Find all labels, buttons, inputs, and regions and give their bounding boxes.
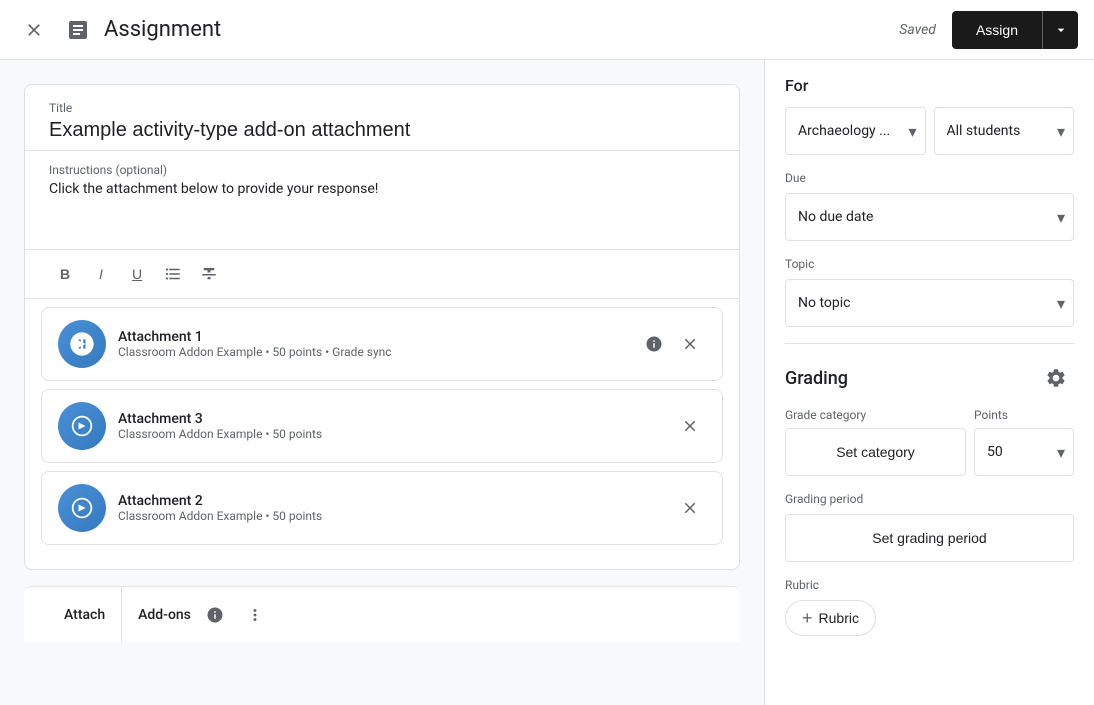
right-panel: For Archaeology ... ▾ All students ▾ Due… xyxy=(764,60,1094,705)
for-dropdowns: Archaeology ... ▾ All students ▾ xyxy=(785,107,1074,155)
attachment-icon xyxy=(58,320,106,368)
topic-label: Topic xyxy=(785,257,1074,271)
points-dropdown-arrow: ▾ xyxy=(1057,443,1065,462)
left-panel: Title Instructions (optional) Click the … xyxy=(0,60,764,705)
addons-info-button[interactable] xyxy=(199,599,231,631)
due-dropdown-arrow: ▾ xyxy=(1057,208,1065,227)
attachment-actions xyxy=(674,492,706,524)
attachment-info-button[interactable] xyxy=(638,328,670,360)
attachment-actions xyxy=(674,410,706,442)
page-title: Assignment xyxy=(104,17,899,42)
main-content: Title Instructions (optional) Click the … xyxy=(0,60,1094,705)
set-category-button[interactable]: Set category xyxy=(785,428,966,476)
attachment-remove-button[interactable] xyxy=(674,410,706,442)
assign-dropdown-button[interactable] xyxy=(1042,11,1078,49)
list-button[interactable] xyxy=(157,258,189,290)
italic-button[interactable]: I xyxy=(85,258,117,290)
due-label: Due xyxy=(785,171,1074,185)
add-rubric-label: Rubric xyxy=(819,610,859,626)
for-label: For xyxy=(785,76,1074,95)
addons-label: Add-ons xyxy=(138,607,191,623)
attachment-icon xyxy=(58,402,106,450)
bottom-bar: Attach Add-ons xyxy=(24,586,740,642)
doc-icon xyxy=(60,12,96,48)
attachment-meta: Classroom Addon Example • 50 points • Gr… xyxy=(118,345,626,359)
grading-settings-button[interactable] xyxy=(1038,360,1074,396)
grade-category-label: Grade category xyxy=(785,408,966,422)
attachment-info: Attachment 2 Classroom Addon Example • 5… xyxy=(118,493,662,523)
attachment-name: Attachment 1 xyxy=(118,329,626,345)
divider xyxy=(785,343,1074,344)
assign-button[interactable]: Assign xyxy=(952,11,1042,49)
attachments-list: Attachment 1 Classroom Addon Example • 5… xyxy=(25,307,739,545)
points-value: 50 xyxy=(987,444,1003,460)
saved-status: Saved xyxy=(899,22,936,38)
instructions-label: Instructions (optional) xyxy=(49,163,715,177)
addons-button[interactable]: Add-ons xyxy=(122,587,287,642)
instructions-section: Instructions (optional) Click the attach… xyxy=(25,151,739,249)
topic-dropdown-text: No topic xyxy=(798,295,850,311)
grading-period-label: Grading period xyxy=(785,492,1074,506)
instructions-text[interactable]: Click the attachment below to provide yo… xyxy=(49,181,715,241)
attachment-meta: Classroom Addon Example • 50 points xyxy=(118,509,662,523)
attachment-info: Attachment 1 Classroom Addon Example • 5… xyxy=(118,329,626,359)
students-dropdown[interactable]: All students ▾ xyxy=(934,107,1075,155)
plus-icon: + xyxy=(802,608,813,629)
list-item: Attachment 2 Classroom Addon Example • 5… xyxy=(41,471,723,545)
attachment-remove-button[interactable] xyxy=(674,328,706,360)
topic-dropdown-arrow: ▾ xyxy=(1057,294,1065,313)
attachment-meta: Classroom Addon Example • 50 points xyxy=(118,427,662,441)
students-dropdown-text: All students xyxy=(947,123,1053,139)
attachment-name: Attachment 3 xyxy=(118,411,662,427)
title-label: Title xyxy=(49,101,715,115)
points-label: Points xyxy=(974,408,1074,422)
attachment-info: Attachment 3 Classroom Addon Example • 5… xyxy=(118,411,662,441)
list-item: Attachment 1 Classroom Addon Example • 5… xyxy=(41,307,723,381)
title-section: Title xyxy=(25,85,739,151)
students-dropdown-arrow: ▾ xyxy=(1057,122,1065,141)
add-rubric-button[interactable]: + Rubric xyxy=(785,600,876,636)
set-grading-period-button[interactable]: Set grading period xyxy=(785,514,1074,562)
attachment-remove-button[interactable] xyxy=(674,492,706,524)
close-button[interactable] xyxy=(16,12,52,48)
due-dropdown-text: No due date xyxy=(798,209,873,225)
assign-btn-group: Assign xyxy=(952,11,1078,49)
attachment-icon xyxy=(58,484,106,532)
topic-dropdown[interactable]: No topic ▾ xyxy=(785,279,1074,327)
grade-category-row: Grade category Set category Points 50 ▾ xyxy=(785,408,1074,476)
attach-button[interactable]: Attach xyxy=(48,587,122,642)
attachment-actions xyxy=(638,328,706,360)
title-input[interactable] xyxy=(49,119,715,142)
bold-button[interactable]: B xyxy=(49,258,81,290)
class-dropdown-text: Archaeology ... xyxy=(798,123,904,139)
underline-button[interactable]: U xyxy=(121,258,153,290)
strikethrough-button[interactable] xyxy=(193,258,225,290)
rubric-label: Rubric xyxy=(785,578,1074,592)
grading-header: Grading xyxy=(785,360,1074,396)
list-item: Attachment 3 Classroom Addon Example • 5… xyxy=(41,389,723,463)
points-dropdown[interactable]: 50 ▾ xyxy=(974,428,1074,476)
attachment-name: Attachment 2 xyxy=(118,493,662,509)
form-card: Title Instructions (optional) Click the … xyxy=(24,84,740,570)
points-col: Points 50 ▾ xyxy=(974,408,1074,476)
class-dropdown[interactable]: Archaeology ... ▾ xyxy=(785,107,926,155)
grade-category-col: Grade category Set category xyxy=(785,408,966,476)
formatting-toolbar: B I U xyxy=(25,249,739,299)
class-dropdown-arrow: ▾ xyxy=(908,122,916,141)
header: Assignment Saved Assign xyxy=(0,0,1094,60)
addons-more-button[interactable] xyxy=(239,599,271,631)
due-dropdown[interactable]: No due date ▾ xyxy=(785,193,1074,241)
grading-title: Grading xyxy=(785,368,848,389)
